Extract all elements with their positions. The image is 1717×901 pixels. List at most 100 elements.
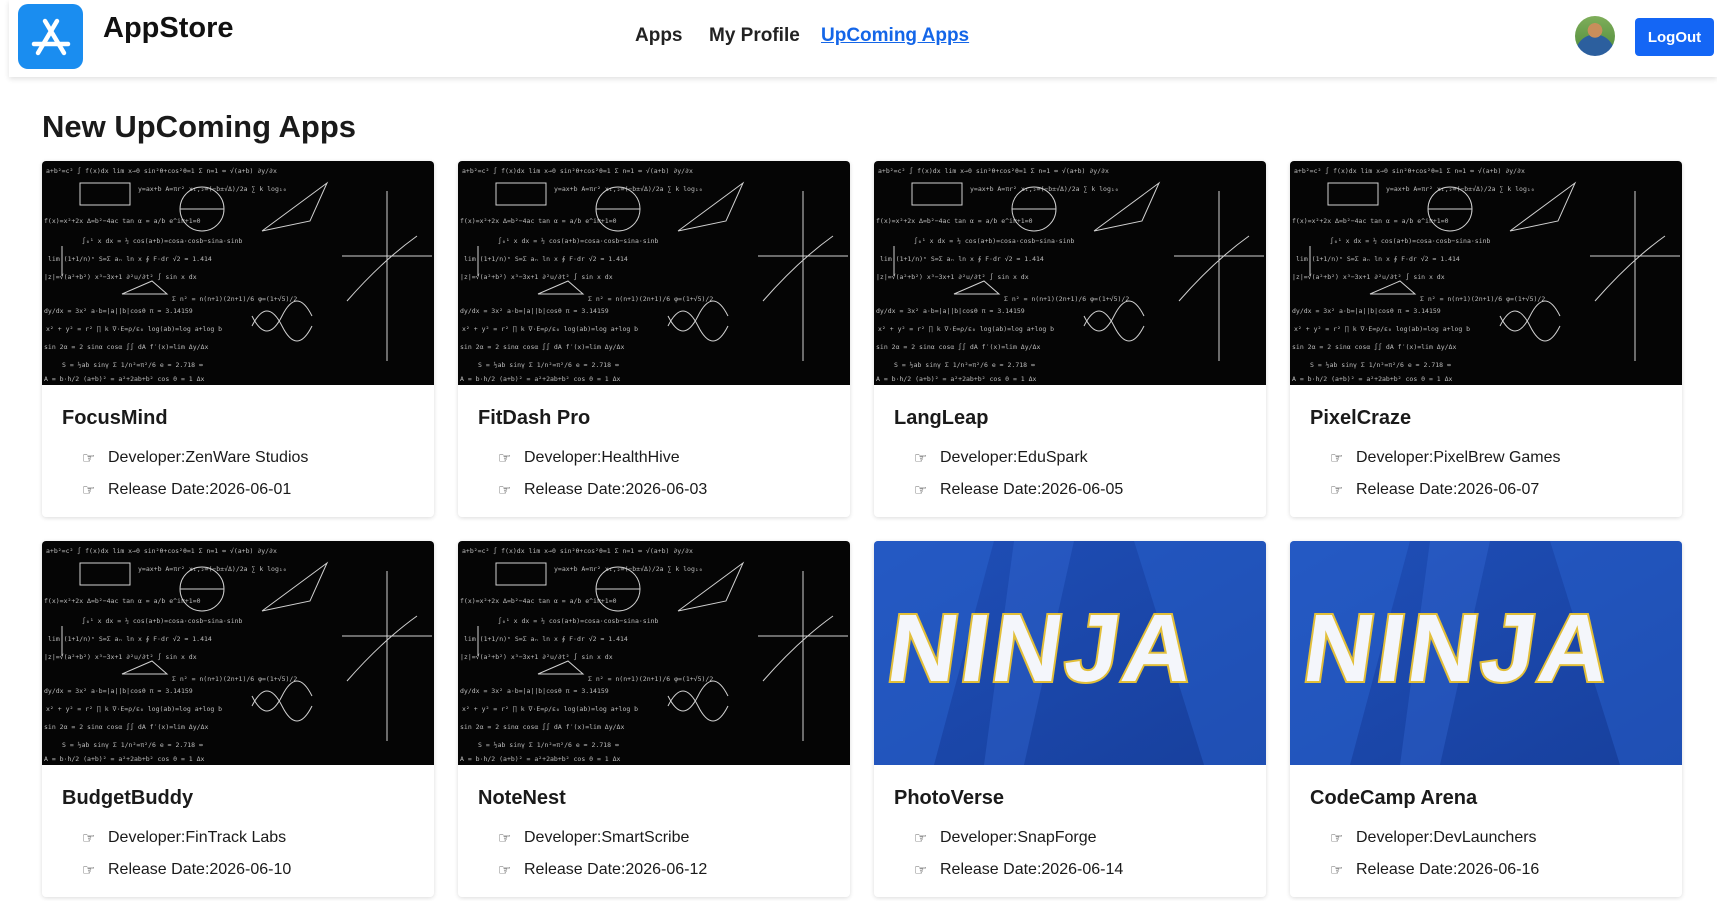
math-chalkboard-image: a+b²=c² ∫ f(x)dx lim x→0 sin²θ+cos²θ=1 Σ… <box>42 541 434 765</box>
app-card-body: FitDash Pro ☞ Developer: HealthHive ☞ Releas… <box>458 385 850 506</box>
svg-text:lim (1+1/n)ⁿ S=Σ aₙ ln x: lim (1+1/n)ⁿ S=Σ aₙ ln x ∮ F·dr √2 ≈ 1.4… <box>48 255 212 263</box>
svg-text:∫₀¹ x dx = ½ cos(a+b)=cosa·c: ∫₀¹ x dx = ½ cos(a+b)=cosa·cosb−sina·sin… <box>82 617 243 625</box>
app-name: LangLeap <box>894 407 989 429</box>
math-chalkboard-image: a+b²=c² ∫ f(x)dx lim x→0 sin²θ+cos²θ=1 Σ… <box>874 161 1266 385</box>
svg-text:x² + y² = r² ∏ k ∇·E=ρ/ε₀: x² + y² = r² ∏ k ∇·E=ρ/ε₀ log(ab)=log a+… <box>46 705 222 713</box>
app-developer-label: Developer: <box>108 829 186 846</box>
hand-pointing-icon: ☞ <box>1330 830 1344 847</box>
app-card[interactable]: a+b²=c² ∫ f(x)dx lim x→0 sin²θ+cos²θ=1 Σ… <box>42 161 434 517</box>
app-card-body: FocusMind ☞ Developer: ZenWare Studios ☞ Rel… <box>42 385 434 506</box>
svg-text:lim (1+1/n)ⁿ S=Σ aₙ ln x: lim (1+1/n)ⁿ S=Σ aₙ ln x ∮ F·dr √2 ≈ 1.4… <box>464 255 628 263</box>
app-name: CodeCamp Arena <box>1310 787 1478 809</box>
svg-text:A = b·h/2 (a+b)² = a²+2ab+b²: A = b·h/2 (a+b)² = a²+2ab+b² cos 0 = 1 Δ… <box>460 755 621 763</box>
math-chalkboard-image: a+b²=c² ∫ f(x)dx lim x→0 sin²θ+cos²θ=1 Σ… <box>1290 161 1682 385</box>
app-card[interactable]: a+b²=c² ∫ f(x)dx lim x→0 sin²θ+cos²θ=1 Σ… <box>458 541 850 897</box>
svg-text:dy/dx = 3x² a·b=|a||b|cosθ: dy/dx = 3x² a·b=|a||b|cosθ π ≈ 3.14159 <box>460 687 609 695</box>
svg-text:y=ax+b A=πr² x₁,₂=(−b±√Δ)/2: y=ax+b A=πr² x₁,₂=(−b±√Δ)/2a ∑ k log₁₀ <box>970 185 1119 193</box>
svg-text:|z|=√(a²+b²) x³−3x+1 ∂²u/∂: |z|=√(a²+b²) x³−3x+1 ∂²u/∂t² ∫ sin x dx <box>44 273 197 281</box>
svg-text:a+b²=c² ∫ f(x)dx lim x→0 si: a+b²=c² ∫ f(x)dx lim x→0 sin²θ+cos²θ=1 Σ… <box>878 167 1109 175</box>
svg-text:|z|=√(a²+b²) x³−3x+1 ∂²u/∂: |z|=√(a²+b²) x³−3x+1 ∂²u/∂t² ∫ sin x dx <box>876 273 1029 281</box>
app-developer-label: Developer: <box>108 449 186 466</box>
app-developer-row: ☞ Developer: HealthHive <box>498 442 830 474</box>
svg-text:∫₀¹ x dx = ½ cos(a+b)=cosa·c: ∫₀¹ x dx = ½ cos(a+b)=cosa·cosb−sina·sin… <box>82 237 243 245</box>
svg-text:f(x)=x²+2x ∆=b²−4ac tan α =: f(x)=x²+2x ∆=b²−4ac tan α = a/b e^iπ+1=0 <box>44 597 201 605</box>
app-release-date-row: ☞ Release Date: 2026-06-14 <box>914 854 1246 886</box>
ninja-logo-image: NINJA <box>874 541 1266 765</box>
svg-text:y=ax+b A=πr² x₁,₂=(−b±√Δ)/2: y=ax+b A=πr² x₁,₂=(−b±√Δ)/2a ∑ k log₁₀ <box>554 185 703 193</box>
app-card-body: BudgetBuddy ☞ Developer: FinTrack Labs ☞ Rel… <box>42 765 434 886</box>
svg-text:A = b·h/2 (a+b)² = a²+2ab+b²: A = b·h/2 (a+b)² = a²+2ab+b² cos 0 = 1 Δ… <box>1292 375 1453 383</box>
svg-text:A = b·h/2 (a+b)² = a²+2ab+b²: A = b·h/2 (a+b)² = a²+2ab+b² cos 0 = 1 Δ… <box>460 375 621 383</box>
app-name: FocusMind <box>62 407 168 429</box>
nav-link-upcoming-apps[interactable]: UpComing Apps <box>821 25 969 47</box>
math-chalkboard-image: a+b²=c² ∫ f(x)dx lim x→0 sin²θ+cos²θ=1 Σ… <box>42 161 434 385</box>
svg-text:Σ n² = n(n+1)(2n+1)/6 φ=(1+√: Σ n² = n(n+1)(2n+1)/6 φ=(1+√5)/2 <box>1420 295 1545 303</box>
svg-text:f(x)=x²+2x ∆=b²−4ac tan α =: f(x)=x²+2x ∆=b²−4ac tan α = a/b e^iπ+1=0 <box>460 217 617 225</box>
app-release-date-value: 2026-06-12 <box>625 861 708 878</box>
hand-pointing-icon: ☞ <box>82 450 96 467</box>
app-card[interactable]: a+b²=c² ∫ f(x)dx lim x→0 sin²θ+cos²θ=1 Σ… <box>1290 161 1682 517</box>
app-developer-row: ☞ Developer: EduSpark <box>914 442 1246 474</box>
app-card-body: CodeCamp Arena ☞ Developer: DevLaunchers ☞ R… <box>1290 765 1682 886</box>
hand-pointing-icon: ☞ <box>1330 482 1344 499</box>
app-name: PhotoVerse <box>894 787 1005 809</box>
user-avatar[interactable] <box>1575 16 1615 56</box>
app-developer-label: Developer: <box>940 449 1018 466</box>
svg-text:A = b·h/2 (a+b)² = a²+2ab+b²: A = b·h/2 (a+b)² = a²+2ab+b² cos 0 = 1 Δ… <box>44 375 205 383</box>
svg-text:lim (1+1/n)ⁿ S=Σ aₙ ln x: lim (1+1/n)ⁿ S=Σ aₙ ln x ∮ F·dr √2 ≈ 1.4… <box>48 635 212 643</box>
svg-text:NINJA: NINJA <box>1297 595 1620 701</box>
svg-text:x² + y² = r² ∏ k ∇·E=ρ/ε₀: x² + y² = r² ∏ k ∇·E=ρ/ε₀ log(ab)=log a+… <box>878 325 1054 333</box>
hand-pointing-icon: ☞ <box>914 482 928 499</box>
svg-text:|z|=√(a²+b²) x³−3x+1 ∂²u/∂: |z|=√(a²+b²) x³−3x+1 ∂²u/∂t² ∫ sin x dx <box>44 653 197 661</box>
app-card[interactable]: a+b²=c² ∫ f(x)dx lim x→0 sin²θ+cos²θ=1 Σ… <box>42 541 434 897</box>
app-card[interactable]: NINJA PhotoVerse ☞ Developer: SnapForge ☞ Re… <box>874 541 1266 897</box>
svg-text:a+b²=c² ∫ f(x)dx lim x→0 si: a+b²=c² ∫ f(x)dx lim x→0 sin²θ+cos²θ=1 Σ… <box>462 547 693 555</box>
hand-pointing-icon: ☞ <box>82 862 96 879</box>
hand-pointing-icon: ☞ <box>914 830 928 847</box>
app-release-date-label: Release Date: <box>524 861 626 878</box>
app-developer-value: EduSpark <box>1017 449 1088 466</box>
app-developer-row: ☞ Developer: ZenWare Studios <box>82 442 414 474</box>
hand-pointing-icon: ☞ <box>914 450 928 467</box>
svg-text:Σ n² = n(n+1)(2n+1)/6 φ=(1+√: Σ n² = n(n+1)(2n+1)/6 φ=(1+√5)/2 <box>588 675 713 683</box>
svg-text:lim (1+1/n)ⁿ S=Σ aₙ ln x: lim (1+1/n)ⁿ S=Σ aₙ ln x ∮ F·dr √2 ≈ 1.4… <box>1296 255 1460 263</box>
hand-pointing-icon: ☞ <box>82 830 96 847</box>
svg-text:dy/dx = 3x² a·b=|a||b|cosθ: dy/dx = 3x² a·b=|a||b|cosθ π ≈ 3.14159 <box>44 687 193 695</box>
app-release-date-row: ☞ Release Date: 2026-06-10 <box>82 854 414 886</box>
svg-text:f(x)=x²+2x ∆=b²−4ac tan α =: f(x)=x²+2x ∆=b²−4ac tan α = a/b e^iπ+1=0 <box>1292 217 1449 225</box>
page-title: New UpComing Apps <box>42 109 357 144</box>
app-developer-value: ZenWare Studios <box>185 449 309 466</box>
svg-text:lim (1+1/n)ⁿ S=Σ aₙ ln x: lim (1+1/n)ⁿ S=Σ aₙ ln x ∮ F·dr √2 ≈ 1.4… <box>880 255 1044 263</box>
main-nav: Apps My Profile UpComing Apps <box>9 25 1717 49</box>
app-developer-row: ☞ Developer: SnapForge <box>914 822 1246 854</box>
nav-link-apps[interactable]: Apps <box>635 25 683 47</box>
nav-link-my-profile[interactable]: My Profile <box>709 25 800 47</box>
svg-text:S = ½ab sinγ Σ 1/n²=π²/6 e: S = ½ab sinγ Σ 1/n²=π²/6 e ≈ 2.718 ∞ <box>894 361 1035 369</box>
svg-text:S = ½ab sinγ Σ 1/n²=π²/6 e: S = ½ab sinγ Σ 1/n²=π²/6 e ≈ 2.718 ∞ <box>62 361 203 369</box>
app-developer-value: SnapForge <box>1017 829 1097 846</box>
svg-text:dy/dx = 3x² a·b=|a||b|cosθ: dy/dx = 3x² a·b=|a||b|cosθ π ≈ 3.14159 <box>876 307 1025 315</box>
app-card[interactable]: a+b²=c² ∫ f(x)dx lim x→0 sin²θ+cos²θ=1 Σ… <box>458 161 850 517</box>
app-release-date-value: 2026-06-01 <box>209 481 292 498</box>
app-release-date-value: 2026-06-03 <box>625 481 708 498</box>
svg-text:sin 2α = 2 sinα cosα ∫∫ dA: sin 2α = 2 sinα cosα ∫∫ dA f′(x)=lim Δy/… <box>460 723 624 731</box>
app-developer-value: PixelBrew Games <box>1433 449 1561 466</box>
svg-text:sin 2α = 2 sinα cosα ∫∫ dA: sin 2α = 2 sinα cosα ∫∫ dA f′(x)=lim Δy/… <box>876 343 1040 351</box>
app-release-date-label: Release Date: <box>524 481 626 498</box>
svg-text:A = b·h/2 (a+b)² = a²+2ab+b²: A = b·h/2 (a+b)² = a²+2ab+b² cos 0 = 1 Δ… <box>44 755 205 763</box>
app-card[interactable]: a+b²=c² ∫ f(x)dx lim x→0 sin²θ+cos²θ=1 Σ… <box>874 161 1266 517</box>
svg-text:S = ½ab sinγ Σ 1/n²=π²/6 e: S = ½ab sinγ Σ 1/n²=π²/6 e ≈ 2.718 ∞ <box>62 741 203 749</box>
svg-text:|z|=√(a²+b²) x³−3x+1 ∂²u/∂: |z|=√(a²+b²) x³−3x+1 ∂²u/∂t² ∫ sin x dx <box>460 653 613 661</box>
app-release-date-value: 2026-06-05 <box>1041 481 1124 498</box>
svg-text:sin 2α = 2 sinα cosα ∫∫ dA: sin 2α = 2 sinα cosα ∫∫ dA f′(x)=lim Δy/… <box>44 723 208 731</box>
app-release-date-value: 2026-06-07 <box>1457 481 1540 498</box>
app-release-date-value: 2026-06-16 <box>1457 861 1540 878</box>
logout-button[interactable]: LogOut <box>1635 18 1714 56</box>
app-release-date-label: Release Date: <box>108 481 210 498</box>
svg-text:|z|=√(a²+b²) x³−3x+1 ∂²u/∂: |z|=√(a²+b²) x³−3x+1 ∂²u/∂t² ∫ sin x dx <box>1292 273 1445 281</box>
svg-text:sin 2α = 2 sinα cosα ∫∫ dA: sin 2α = 2 sinα cosα ∫∫ dA f′(x)=lim Δy/… <box>44 343 208 351</box>
app-developer-label: Developer: <box>1356 449 1434 466</box>
app-card[interactable]: NINJA CodeCamp Arena ☞ Developer: DevLaunc… <box>1290 541 1682 897</box>
svg-text:Σ n² = n(n+1)(2n+1)/6 φ=(1+√: Σ n² = n(n+1)(2n+1)/6 φ=(1+√5)/2 <box>1004 295 1129 303</box>
svg-text:f(x)=x²+2x ∆=b²−4ac tan α =: f(x)=x²+2x ∆=b²−4ac tan α = a/b e^iπ+1=0 <box>44 217 201 225</box>
